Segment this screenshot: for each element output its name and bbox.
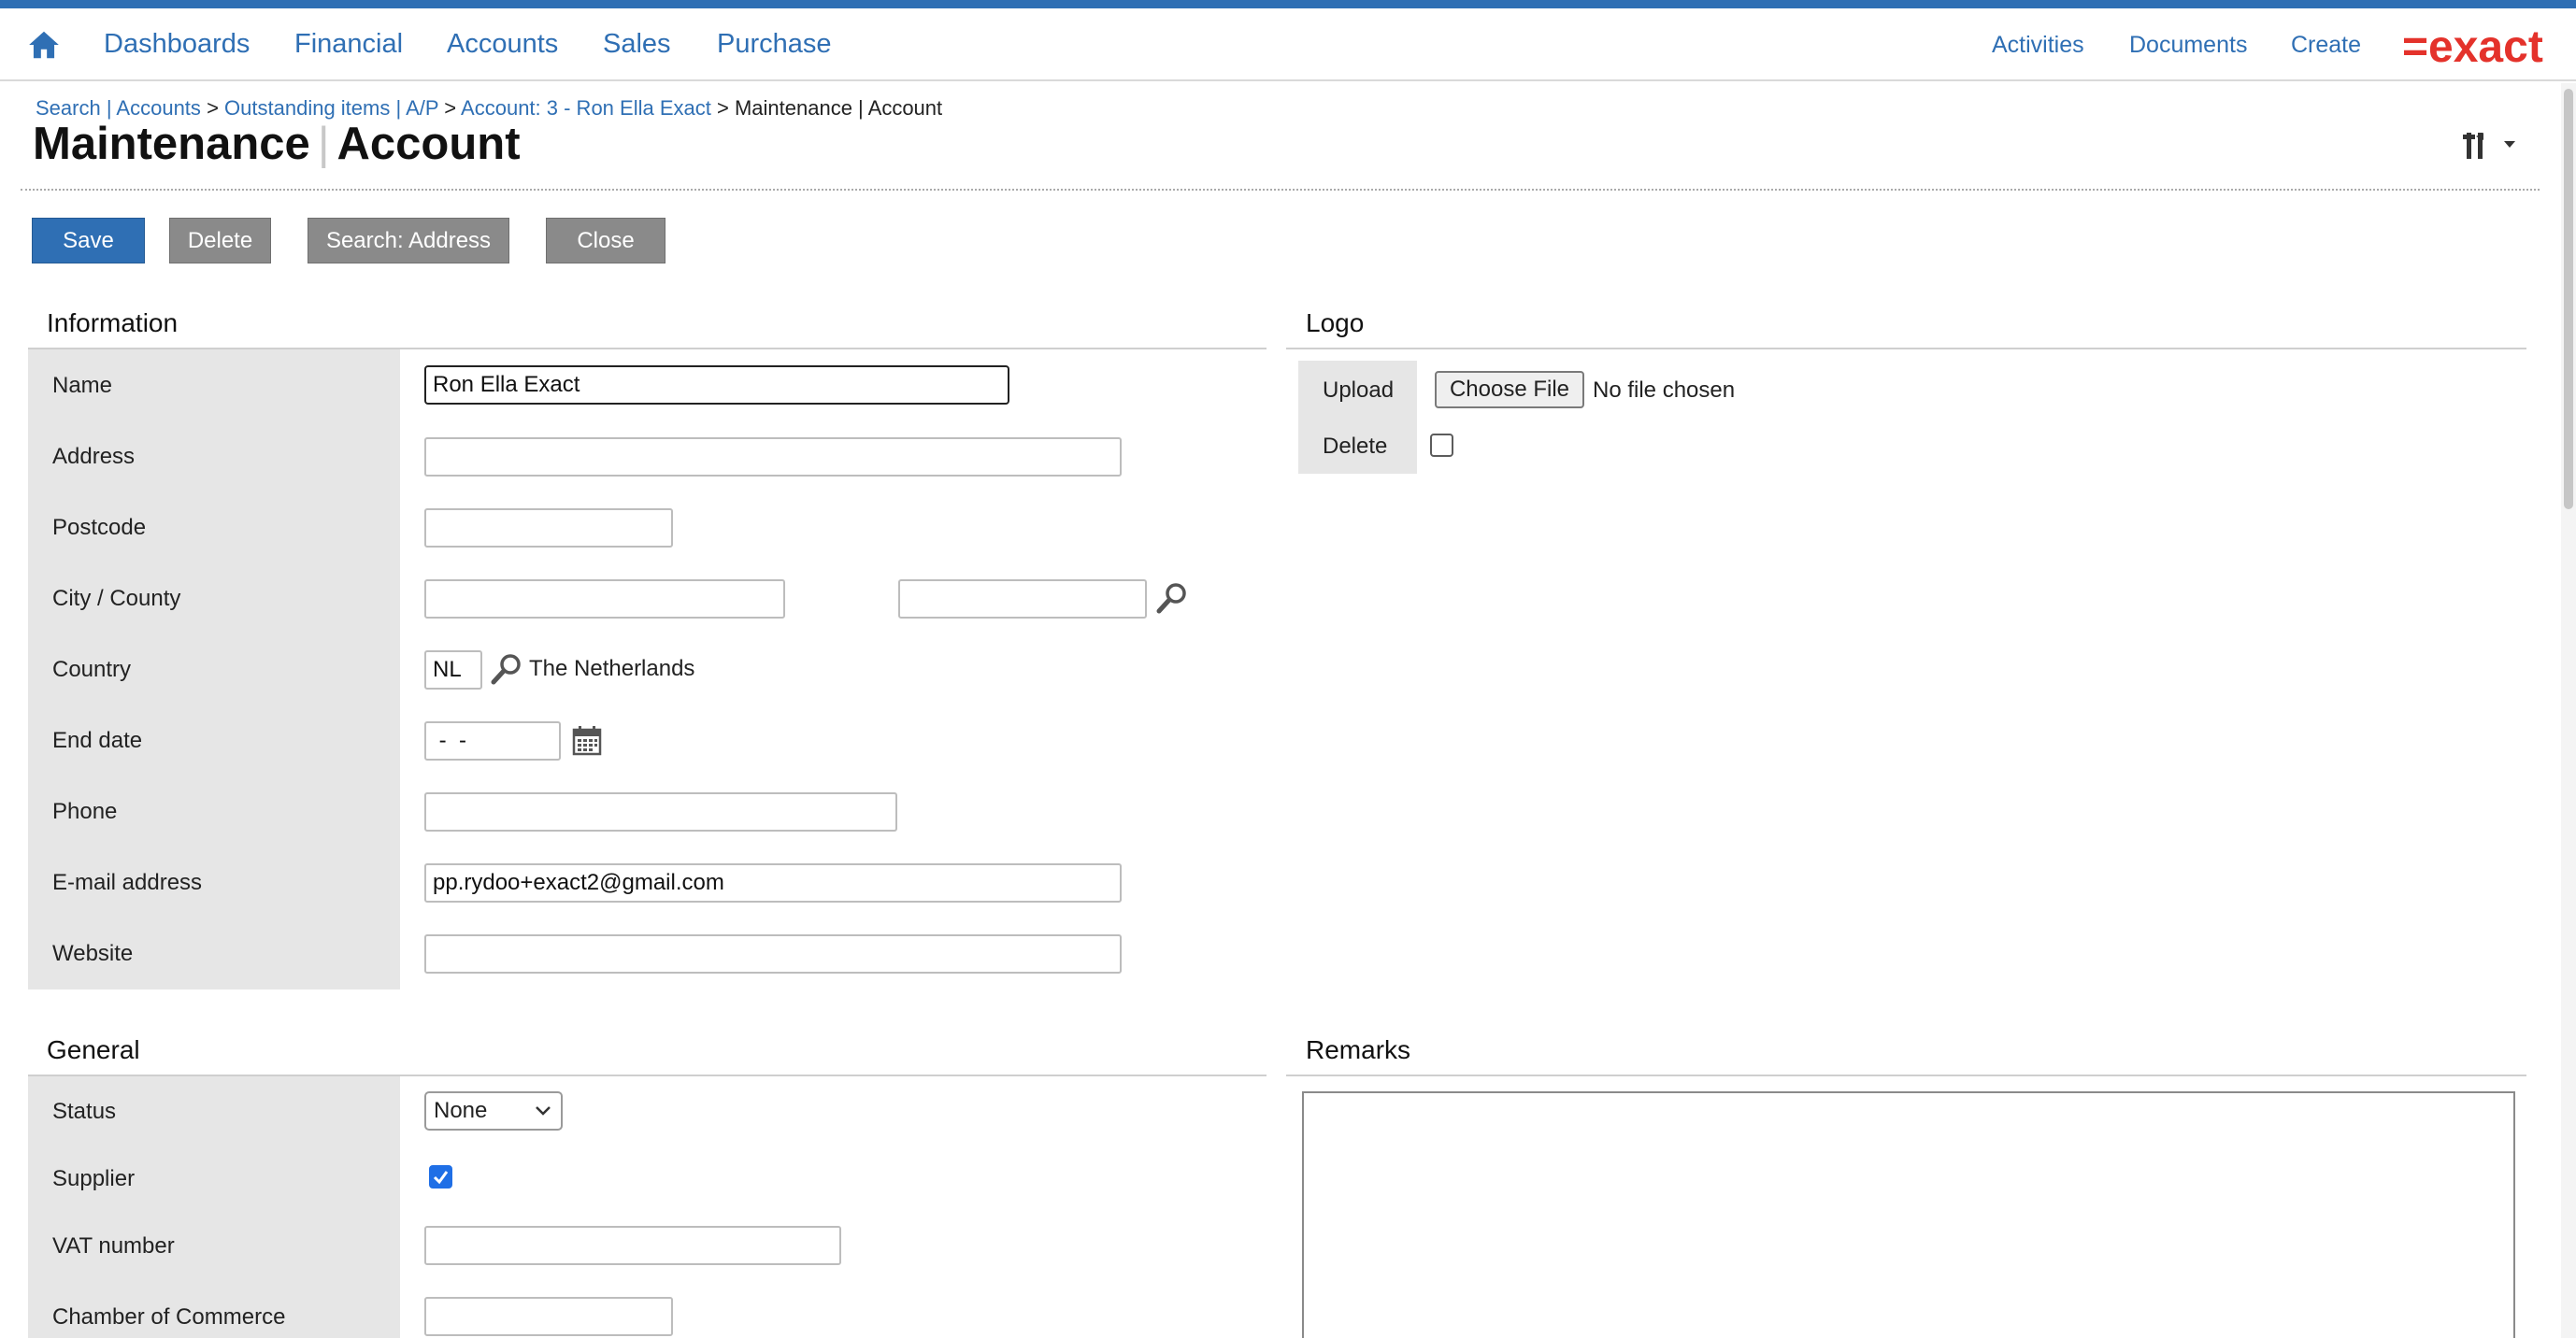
name-label: Name [52, 373, 113, 398]
general-section-title: General [47, 1035, 140, 1064]
nav-sales[interactable]: Sales [603, 29, 671, 60]
checkmark-icon [433, 1171, 449, 1185]
chevron-down-icon [2504, 141, 2515, 148]
status-select[interactable]: None [424, 1091, 563, 1131]
magnifier-icon[interactable] [1155, 581, 1189, 615]
page-title: Maintenance | Account [33, 118, 521, 170]
end-date-label: End date [52, 728, 143, 753]
county-input[interactable] [898, 579, 1147, 619]
status-label: Status [52, 1099, 117, 1124]
title-divider [21, 189, 2540, 191]
magnifier-icon[interactable] [490, 652, 523, 686]
chamber-of-commerce-label: Chamber of Commerce [52, 1304, 286, 1330]
breadcrumb-separator: > [716, 96, 729, 120]
postcode-label: Postcode [52, 515, 147, 540]
no-file-text: No file chosen [1593, 377, 1736, 403]
nav-financial[interactable]: Financial [294, 29, 403, 60]
logo-section-title: Logo [1306, 308, 1365, 337]
remarks-section-title: Remarks [1306, 1035, 1411, 1064]
remarks-textarea[interactable] [1302, 1091, 2515, 1338]
country-name-text: The Netherlands [529, 656, 695, 681]
logo-section-line [1286, 348, 2526, 349]
supplier-label: Supplier [52, 1166, 136, 1191]
email-input[interactable] [424, 863, 1122, 903]
logo-text: =exact [2402, 22, 2543, 70]
address-input[interactable] [424, 437, 1122, 477]
nav-accounts[interactable]: Accounts [447, 29, 558, 60]
delete-button[interactable]: Delete [169, 218, 271, 263]
nav-documents[interactable]: Documents [2129, 32, 2247, 59]
information-section-title: Information [47, 308, 179, 337]
phone-input[interactable] [424, 792, 897, 832]
search-address-button[interactable]: Search: Address [308, 218, 509, 263]
supplier-checkbox[interactable] [429, 1165, 452, 1189]
nav-dashboards[interactable]: Dashboards [104, 29, 250, 60]
status-selected-value: None [434, 1098, 488, 1123]
home-icon[interactable] [26, 27, 62, 63]
logo-delete-checkbox[interactable] [1430, 434, 1453, 457]
upload-label: Upload [1323, 377, 1395, 403]
postcode-input[interactable] [424, 508, 673, 548]
email-label: E-mail address [52, 870, 203, 895]
breadcrumb-search-accounts[interactable]: Search | Accounts [36, 96, 201, 120]
address-label: Address [52, 444, 136, 469]
city-input[interactable] [424, 579, 785, 619]
tools-icon[interactable] [2463, 129, 2523, 163]
website-input[interactable] [424, 934, 1122, 974]
breadcrumb-current: Maintenance | Account [734, 96, 943, 120]
nav-purchase[interactable]: Purchase [717, 29, 832, 60]
save-button[interactable]: Save [32, 218, 145, 263]
breadcrumb-outstanding-items[interactable]: Outstanding items | A/P [224, 96, 438, 120]
page-scrollbar[interactable] [2561, 83, 2576, 1338]
breadcrumb-separator: > [444, 96, 457, 120]
city-county-label: City / County [52, 586, 181, 611]
choose-file-button[interactable]: Choose File [1435, 371, 1584, 408]
top-navigation: Dashboards Financial Accounts Sales Purc… [0, 8, 2576, 81]
page-title-divider: | [317, 119, 330, 169]
exact-logo[interactable]: =exact [2402, 21, 2570, 70]
breadcrumb-separator: > [207, 96, 219, 120]
calendar-icon[interactable] [571, 725, 603, 757]
chevron-down-icon [536, 1106, 551, 1116]
top-accent-bar [0, 0, 2576, 8]
website-label: Website [52, 941, 134, 966]
scrollbar-thumb[interactable] [2564, 89, 2573, 509]
country-label: Country [52, 657, 132, 682]
end-date-input[interactable] [424, 721, 561, 761]
chamber-of-commerce-input[interactable] [424, 1297, 673, 1336]
vat-number-label: VAT number [52, 1233, 175, 1259]
nav-activities[interactable]: Activities [1992, 32, 2084, 59]
page-title-sub: Account [336, 119, 521, 169]
nav-create[interactable]: Create [2291, 32, 2361, 59]
logo-delete-label: Delete [1323, 434, 1388, 459]
page-title-main: Maintenance [33, 119, 310, 169]
breadcrumb-account[interactable]: Account: 3 - Ron Ella Exact [461, 96, 711, 120]
name-input[interactable] [424, 365, 1009, 405]
phone-label: Phone [52, 799, 118, 824]
vat-number-input[interactable] [424, 1226, 841, 1265]
country-code-input[interactable] [424, 650, 482, 690]
close-button[interactable]: Close [546, 218, 665, 263]
remarks-section-line [1286, 1075, 2526, 1076]
